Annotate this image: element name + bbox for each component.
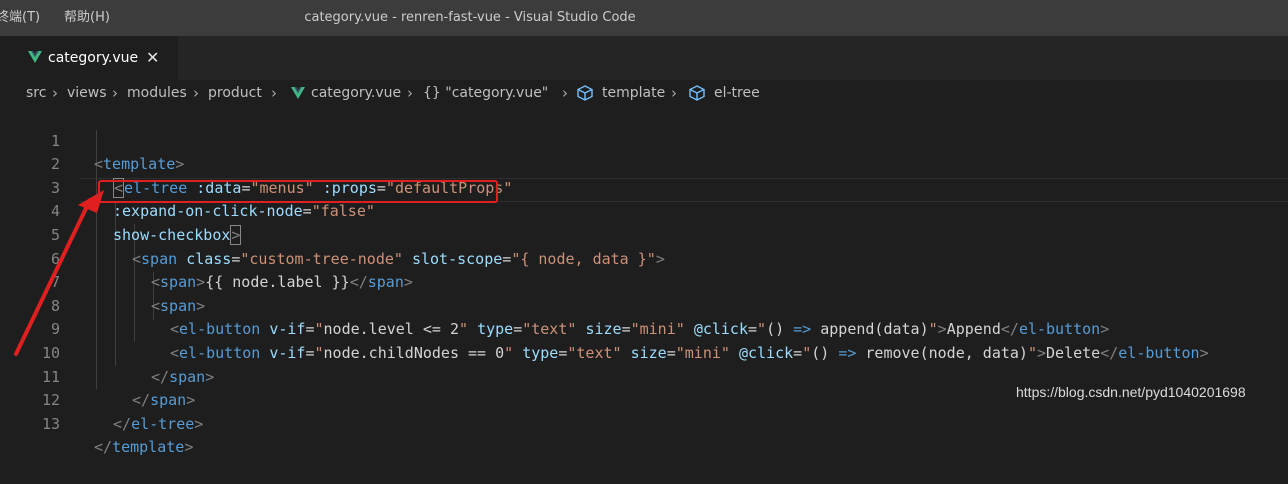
chevron-right-icon: ›: [193, 84, 199, 102]
chevron-right-icon: ›: [671, 84, 677, 102]
code-line: 5 <span class="custom-tree-node" slot-sc…: [0, 200, 1288, 268]
code-line: 6 <span>{{ node.label }}</span>: [0, 224, 1288, 292]
breadcrumb-el-tree[interactable]: el-tree: [714, 80, 760, 106]
breadcrumb-src[interactable]: src: [26, 80, 46, 106]
code-line: 3 :expand-on-click-node="false": [0, 153, 1288, 221]
code-line: 1 <template>: [0, 106, 1288, 174]
vue-icon: [291, 87, 305, 99]
watermark-text: https://blog.csdn.net/pyd1040201698: [1016, 384, 1246, 400]
chevron-right-icon: ›: [562, 84, 568, 102]
code-line: 9 <el-button v-if="node.childNodes == 0"…: [0, 295, 1288, 362]
code-line: 10 </span>: [0, 318, 1288, 386]
title-bar: 终端(T) 帮助(H) category.vue - renren-fast-v…: [0, 0, 1288, 36]
vue-icon: [28, 51, 42, 63]
breadcrumb-modules[interactable]: modules: [127, 80, 187, 106]
chevron-right-icon: ›: [271, 84, 277, 102]
line-number: 13: [41, 414, 60, 433]
tab-bar: category.vue ✕: [0, 36, 1288, 80]
chevron-right-icon: ›: [52, 84, 58, 102]
breadcrumb: src › views › modules › product › catego…: [0, 80, 1288, 106]
tab-label: category.vue: [48, 50, 139, 66]
code-editor[interactable]: 1 <template> 2 <el-tree :data="menus" :p…: [0, 106, 1288, 456]
code-line: 7 <span>: [0, 248, 1288, 315]
code-line: 8 <el-button v-if="node.level <= 2" type…: [0, 271, 1288, 339]
breadcrumb-category-vue[interactable]: category.vue: [311, 80, 401, 106]
breadcrumb-module-symbol[interactable]: {} "category.vue": [423, 80, 548, 106]
breadcrumb-template[interactable]: template: [602, 80, 665, 106]
close-icon[interactable]: ✕: [146, 36, 159, 80]
window-title: category.vue - renren-fast-vue - Visual …: [304, 10, 636, 25]
breadcrumb-views[interactable]: views: [67, 80, 107, 106]
code-line: 2 <el-tree :data="menus" :props="default…: [0, 130, 1288, 198]
chevron-right-icon: ›: [407, 84, 413, 102]
chevron-right-icon: ›: [112, 84, 118, 102]
tab-category-vue[interactable]: category.vue ✕: [0, 36, 178, 80]
cube-icon: [689, 85, 705, 101]
breadcrumb-product[interactable]: product: [208, 80, 262, 106]
code-line: 11 </span>: [0, 342, 1288, 410]
cube-icon: [577, 85, 593, 101]
annotation-highlight-box: [98, 180, 498, 203]
